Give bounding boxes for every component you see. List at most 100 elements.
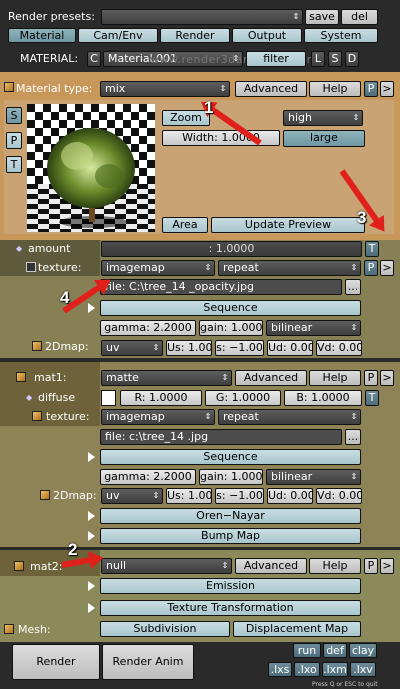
tab-material[interactable]: Material [8, 28, 76, 43]
mat1-help-button[interactable]: Help [309, 370, 361, 386]
mat1-texture-mode-dropdown[interactable]: repeat ⇕ [218, 409, 361, 425]
lxm-button[interactable]: .lxm [322, 662, 348, 677]
mat2-advanced-button[interactable]: Advanced [235, 558, 307, 574]
tab-output[interactable]: Output [232, 28, 302, 43]
preview-quality-dropdown[interactable]: high ⇕ [283, 110, 363, 126]
texture1-mode-dropdown[interactable]: repeat ⇕ [218, 260, 361, 276]
diffuse-color-swatch[interactable] [101, 390, 116, 406]
texture1-expand-button[interactable]: > [380, 260, 394, 276]
preview-sphere-button[interactable]: S [6, 107, 22, 124]
texture1-mapping-dropdown[interactable]: uv ⇕ [101, 340, 163, 356]
mat1-type-value: matte [106, 371, 139, 384]
texture1-mapping-value: uv [106, 341, 120, 354]
material-type-dropdown[interactable]: mix ⇕ [100, 81, 230, 97]
texture1-file-field[interactable]: file: C:\tree_14 _opacity.jpg [100, 279, 342, 295]
oren-nayar-button[interactable]: Oren−Nayar [100, 508, 361, 524]
expand-triangle-icon[interactable] [88, 511, 95, 521]
advanced-button[interactable]: Advanced [235, 81, 307, 97]
texture1-p-button[interactable]: P [364, 260, 378, 276]
texture1-gain-field[interactable]: gain: 1.000 [199, 320, 263, 336]
diffuse-r-field[interactable]: R: 1.0000 [120, 390, 202, 406]
mat1-type-dropdown[interactable]: matte ⇕ [101, 370, 232, 386]
mat1-s-field[interactable]: s: −1.00 [215, 488, 264, 504]
l-button[interactable]: L [311, 51, 325, 67]
dropdown-arrow-icon: ⇕ [292, 12, 300, 21]
mat1-label: mat1: [34, 371, 67, 384]
mat1-texture-type-dropdown[interactable]: imagemap ⇕ [101, 409, 215, 425]
def-button[interactable]: def [323, 643, 347, 658]
expand-triangle-icon[interactable] [88, 581, 95, 591]
texture1-filter-dropdown[interactable]: bilinear ⇕ [266, 320, 361, 336]
mat2-p-button[interactable]: P [364, 558, 378, 574]
render-anim-button[interactable]: Render Anim [102, 644, 194, 680]
mat1-advanced-button[interactable]: Advanced [235, 370, 307, 386]
mat1-filter-dropdown[interactable]: bilinear ⇕ [266, 469, 361, 485]
bump-map-button[interactable]: Bump Map [100, 528, 361, 544]
dropdown-arrow-icon: ⇕ [204, 412, 212, 421]
expand-triangle-icon[interactable] [88, 603, 95, 613]
texture1-ud-field[interactable]: Ud: 0.00 [267, 340, 313, 356]
update-preview-button[interactable]: Update Preview [211, 217, 365, 233]
mat2-help-button[interactable]: Help [309, 558, 361, 574]
amount-texture-toggle[interactable]: T [365, 241, 379, 257]
tab-system[interactable]: System [304, 28, 378, 43]
mat1-us-field[interactable]: Us: 1.00 [166, 488, 212, 504]
texture1-label: texture: [38, 261, 82, 274]
preview-width-field[interactable]: Width: 1.0000 [162, 130, 280, 146]
displacement-map-button[interactable]: Displacement Map [233, 621, 361, 637]
save-preset-button[interactable]: save [305, 9, 339, 25]
diffuse-b-field[interactable]: B: 1.0000 [284, 390, 362, 406]
emission-button[interactable]: Emission [100, 578, 361, 594]
render-button[interactable]: Render [12, 644, 100, 680]
material-cube-icon [14, 561, 24, 571]
texture1-gamma-field[interactable]: gamma: 2.2000 [100, 320, 196, 336]
lxv-button[interactable]: .lxv [350, 662, 376, 677]
subdivision-button[interactable]: Subdivision [100, 621, 230, 637]
expand-button[interactable]: > [380, 81, 394, 97]
diffuse-g-field[interactable]: G: 1.0000 [205, 390, 281, 406]
s-button[interactable]: S [328, 51, 342, 67]
tab-render[interactable]: Render [160, 28, 230, 43]
expand-triangle-icon[interactable] [88, 303, 95, 313]
preview-torus-button[interactable]: T [6, 156, 22, 173]
preview-plane-button[interactable]: P [6, 132, 22, 149]
texture1-sequence-button[interactable]: Sequence [100, 300, 361, 316]
area-button[interactable]: Area [162, 217, 208, 233]
amount-slider[interactable]: : 1.0000 [101, 241, 362, 257]
copy-material-button[interactable]: C [87, 51, 101, 67]
diamond-icon: ◆ [26, 393, 33, 402]
tab-cam-env[interactable]: Cam/Env [78, 28, 158, 43]
texture-transformation-button[interactable]: Texture Transformation [100, 600, 361, 616]
lxo-button[interactable]: .lxo [294, 662, 320, 677]
expand-triangle-icon[interactable] [88, 531, 95, 541]
texture1-browse-button[interactable]: ... [345, 279, 361, 295]
mat1-ud-field[interactable]: Ud: 0.00 [267, 488, 313, 504]
clay-button[interactable]: clay [349, 643, 377, 658]
texture1-vd-field[interactable]: Vd: 0.00 [316, 340, 362, 356]
large-button[interactable]: large [283, 130, 365, 147]
texture1-s-field[interactable]: s: −1.00 [215, 340, 264, 356]
mat1-gamma-field[interactable]: gamma: 2.2000 [100, 469, 196, 485]
mat1-file-field[interactable]: file: c:\tree_14 .jpg [100, 429, 342, 445]
filter-button[interactable]: filter [246, 51, 306, 67]
mat2-type-dropdown[interactable]: null ⇕ [101, 558, 232, 574]
mat2-expand-button[interactable]: > [380, 558, 394, 574]
mat1-expand-button[interactable]: > [380, 370, 394, 386]
mat1-sequence-button[interactable]: Sequence [100, 449, 361, 465]
mat1-mapping-dropdown[interactable]: uv ⇕ [101, 488, 163, 504]
diffuse-texture-toggle[interactable]: T [365, 390, 379, 406]
mat1-browse-button[interactable]: ... [345, 429, 361, 445]
mat1-vd-field[interactable]: Vd: 0.00 [316, 488, 362, 504]
delete-preset-button[interactable]: del [341, 9, 378, 25]
mat1-gain-field[interactable]: gain: 1.000 [199, 469, 263, 485]
preset-p-button[interactable]: P [364, 81, 378, 97]
help-button[interactable]: Help [309, 81, 361, 97]
render-presets-dropdown[interactable]: ⇕ [101, 9, 303, 25]
lxs-button[interactable]: .lxs [268, 662, 292, 677]
texture1-type-dropdown[interactable]: imagemap ⇕ [101, 260, 215, 276]
run-button[interactable]: run [293, 643, 321, 658]
d-button[interactable]: D [345, 51, 359, 67]
texture1-us-field[interactable]: Us: 1.00 [166, 340, 212, 356]
expand-triangle-icon[interactable] [88, 452, 95, 462]
mat1-p-button[interactable]: P [364, 370, 378, 386]
